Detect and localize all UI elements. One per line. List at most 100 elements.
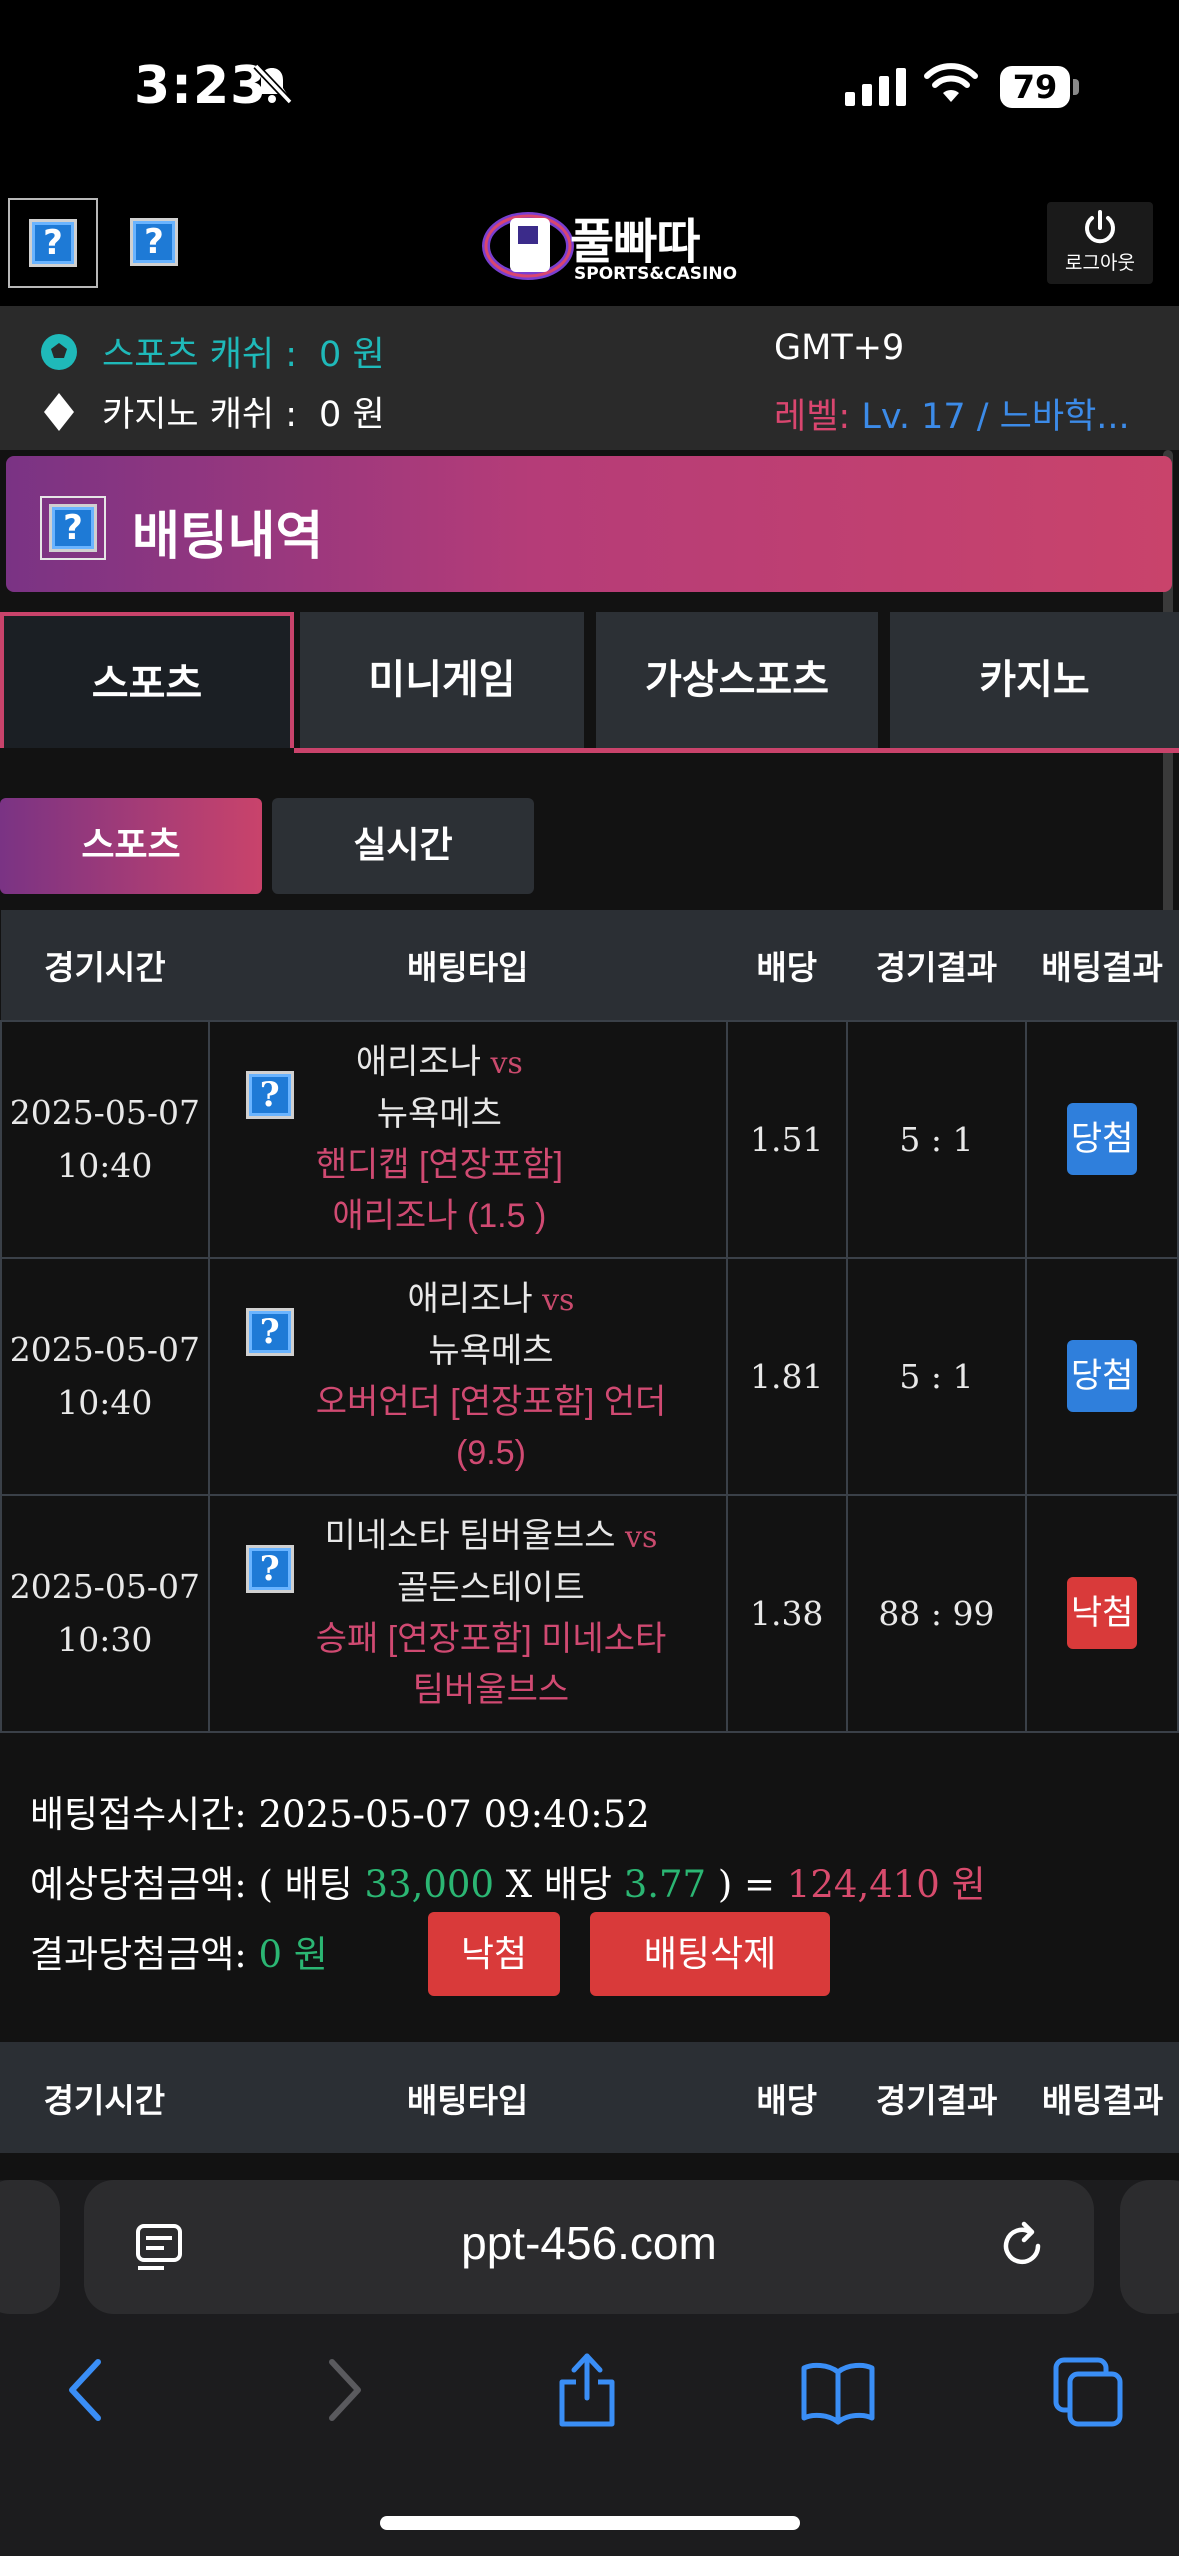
table-row: 2025-05-07 10:30 ? 미네소타 팀버울브스 vs 골든스테이트 … bbox=[0, 1493, 1179, 1733]
tab-minigame[interactable]: 미니게임 bbox=[300, 612, 584, 748]
sports-cash-value: 0 원 bbox=[319, 335, 385, 375]
bet-type: 오버언더 [연장포함] 언더 bbox=[315, 1382, 667, 1421]
match-date: 2025-05-07 bbox=[9, 1330, 200, 1369]
next-tab-preview[interactable] bbox=[1120, 2180, 1179, 2314]
tab-sports[interactable]: 스포츠 bbox=[0, 612, 294, 748]
cellular-signal-icon bbox=[845, 66, 906, 106]
diamond-icon bbox=[38, 391, 80, 433]
bell-muted-icon bbox=[253, 63, 293, 105]
col-header-match-result: 경기결과 bbox=[846, 2042, 1028, 2153]
status-bar: 3:23 79 bbox=[0, 0, 1179, 180]
category-tabs: 스포츠 미니게임 가상스포츠 카지노 bbox=[0, 612, 1179, 756]
logout-label: 로그아웃 bbox=[1065, 252, 1135, 274]
sub-tabs: 스포츠 실시간 bbox=[0, 798, 1179, 898]
back-icon[interactable] bbox=[62, 2350, 112, 2430]
subtab-sports[interactable]: 스포츠 bbox=[0, 798, 262, 894]
share-icon[interactable] bbox=[552, 2350, 622, 2430]
match-time: 10:30 bbox=[57, 1620, 153, 1659]
bet-type-cell: ? 애리조나 vs 뉴욕메츠 오버언더 [연장포함] 언더 (9.5) bbox=[207, 1256, 728, 1496]
url-text[interactable]: ppt-456.com bbox=[84, 2216, 1094, 2270]
col-header-odds: 배당 bbox=[726, 2042, 848, 2153]
odds-label: X 배당 bbox=[505, 1863, 612, 1906]
broken-image-icon: ? bbox=[245, 1307, 294, 1356]
bet-history-table-next: 경기시간 배팅타입 배당 경기결과 배팅결과 bbox=[0, 2042, 1179, 2153]
broken-image-icon: ? bbox=[29, 219, 77, 267]
browser-toolbar: ppt-456.com bbox=[0, 2180, 1179, 2556]
col-header-bet-type: 배팅타입 bbox=[208, 910, 728, 1021]
bet-result-cell: 당첨 bbox=[1025, 1256, 1179, 1496]
col-header-time: 경기시간 bbox=[0, 2042, 209, 2153]
away-team: 골든스테이트 bbox=[397, 1568, 585, 1607]
menu-button[interactable]: ? bbox=[8, 198, 98, 288]
battery-icon: 79 bbox=[1000, 66, 1079, 108]
tabs-icon[interactable] bbox=[1050, 2350, 1130, 2430]
received-label: 배팅접수시간: bbox=[30, 1793, 247, 1836]
bet-history-table: 경기시간 배팅타입 배당 경기결과 배팅결과 2025-05-07 10:40 … bbox=[0, 910, 1179, 1733]
user-level: 레벨: Lv. 17 / 느바학... bbox=[774, 388, 1144, 439]
match-time-cell: 2025-05-07 10:40 bbox=[0, 1019, 210, 1259]
casino-cash-label: 카지노 캐쉬 : bbox=[102, 395, 298, 435]
broken-image-icon: ? bbox=[245, 1544, 294, 1593]
logo-subtitle: SPORTS&CASINO bbox=[574, 264, 738, 284]
col-header-odds: 배당 bbox=[726, 910, 848, 1021]
away-team: 뉴욕메츠 bbox=[376, 1094, 502, 1133]
lose-status-button[interactable]: 낙첨 bbox=[428, 1912, 560, 1996]
broken-image-icon: ? bbox=[245, 1070, 294, 1119]
timezone: GMT+9 bbox=[774, 328, 905, 368]
account-info-bar: 스포츠 캐쉬 : 0 원 카지노 캐쉬 : 0 원 GMT+9 레벨: Lv. … bbox=[0, 306, 1179, 450]
table-row: 2025-05-07 10:40 ? 애리조나 vs 뉴욕메츠 오버언더 [연장… bbox=[0, 1256, 1179, 1496]
vs-label: vs bbox=[490, 1045, 523, 1081]
wifi-icon bbox=[924, 63, 978, 102]
table-header-row: 경기시간 배팅타입 배당 경기결과 배팅결과 bbox=[0, 910, 1179, 1021]
received-time-row: 배팅접수시간: 2025-05-07 09:40:52 bbox=[30, 1780, 1150, 1850]
result-badge-win: 당첨 bbox=[1066, 1103, 1138, 1175]
table-header-row: 경기시간 배팅타입 배당 경기결과 배팅결과 bbox=[0, 2042, 1179, 2153]
tab-virtual-sports[interactable]: 가상스포츠 bbox=[596, 612, 878, 748]
bet-amount: 33,000 bbox=[364, 1863, 494, 1906]
score-cell: 88 : 99 bbox=[845, 1493, 1028, 1733]
power-icon bbox=[1085, 210, 1115, 244]
expected-win-row: 예상당첨금액: ( 배팅 33,000 X 배당 3.77 ) = 124,41… bbox=[30, 1850, 1150, 1920]
soccer-ball-icon bbox=[38, 331, 80, 373]
table-row: 2025-05-07 10:40 ? 애리조나 vs 뉴욕메츠 핸디캡 [연장포… bbox=[0, 1019, 1179, 1259]
logout-button[interactable]: 로그아웃 bbox=[1047, 202, 1153, 284]
page-title: 배팅내역 bbox=[132, 507, 324, 567]
bookmarks-icon[interactable] bbox=[798, 2350, 878, 2430]
bet-type-cell: ? 미네소타 팀버울브스 vs 골든스테이트 승패 [연장포함] 미네소타 팀버… bbox=[207, 1493, 728, 1733]
col-header-bet-type: 배팅타입 bbox=[207, 2042, 728, 2153]
odds-cell: 1.51 bbox=[725, 1019, 848, 1259]
result-badge-win: 당첨 bbox=[1066, 1340, 1138, 1412]
result-value: 0 원 bbox=[258, 1933, 328, 1976]
match-time: 10:40 bbox=[57, 1383, 153, 1422]
expected-label: 예상당첨금액: ( 배팅 bbox=[30, 1863, 353, 1906]
col-header-time: 경기시간 bbox=[0, 910, 210, 1021]
reload-icon[interactable] bbox=[994, 2218, 1050, 2274]
home-team: 미네소타 팀버울브스 bbox=[324, 1516, 616, 1555]
match-time: 10:40 bbox=[57, 1146, 153, 1185]
bet-pick: (9.5) bbox=[456, 1433, 526, 1472]
home-team: 애리조나 bbox=[355, 1042, 481, 1081]
total-odds: 3.77 bbox=[623, 1863, 707, 1906]
tab-casino[interactable]: 카지노 bbox=[890, 612, 1179, 748]
bet-type: 핸디캡 [연장포함] bbox=[315, 1145, 563, 1184]
match-time-cell: 2025-05-07 10:40 bbox=[0, 1256, 210, 1496]
odds-cell: 1.38 bbox=[725, 1493, 848, 1733]
col-header-bet-result: 배팅결과 bbox=[1025, 910, 1179, 1021]
casino-cash-value: 0 원 bbox=[319, 395, 385, 435]
match-date: 2025-05-07 bbox=[9, 1567, 200, 1606]
subtab-live[interactable]: 실시간 bbox=[272, 798, 534, 894]
result-label: 결과당첨금액: bbox=[30, 1933, 247, 1976]
score-cell: 5 : 1 bbox=[845, 1019, 1028, 1259]
broken-image-icon[interactable]: ? bbox=[130, 218, 178, 266]
site-header: ? ? 풀빠따 SPORTS&CASINO 로그아웃 bbox=[0, 180, 1179, 306]
tab-underline bbox=[294, 748, 1179, 753]
previous-tab-preview[interactable] bbox=[0, 2180, 60, 2314]
forward-icon[interactable] bbox=[318, 2350, 368, 2430]
delete-bet-button[interactable]: 배팅삭제 bbox=[590, 1912, 830, 1996]
equals-label: ) = bbox=[717, 1863, 776, 1906]
bet-pick: 애리조나 (1.5 ) bbox=[332, 1196, 547, 1235]
address-bar[interactable]: ppt-456.com bbox=[84, 2180, 1094, 2314]
sports-cash-label: 스포츠 캐쉬 : bbox=[102, 335, 298, 375]
level-value: Lv. 17 / 느바학... bbox=[861, 397, 1130, 437]
expected-win-amount: 124,410 원 bbox=[786, 1863, 986, 1906]
